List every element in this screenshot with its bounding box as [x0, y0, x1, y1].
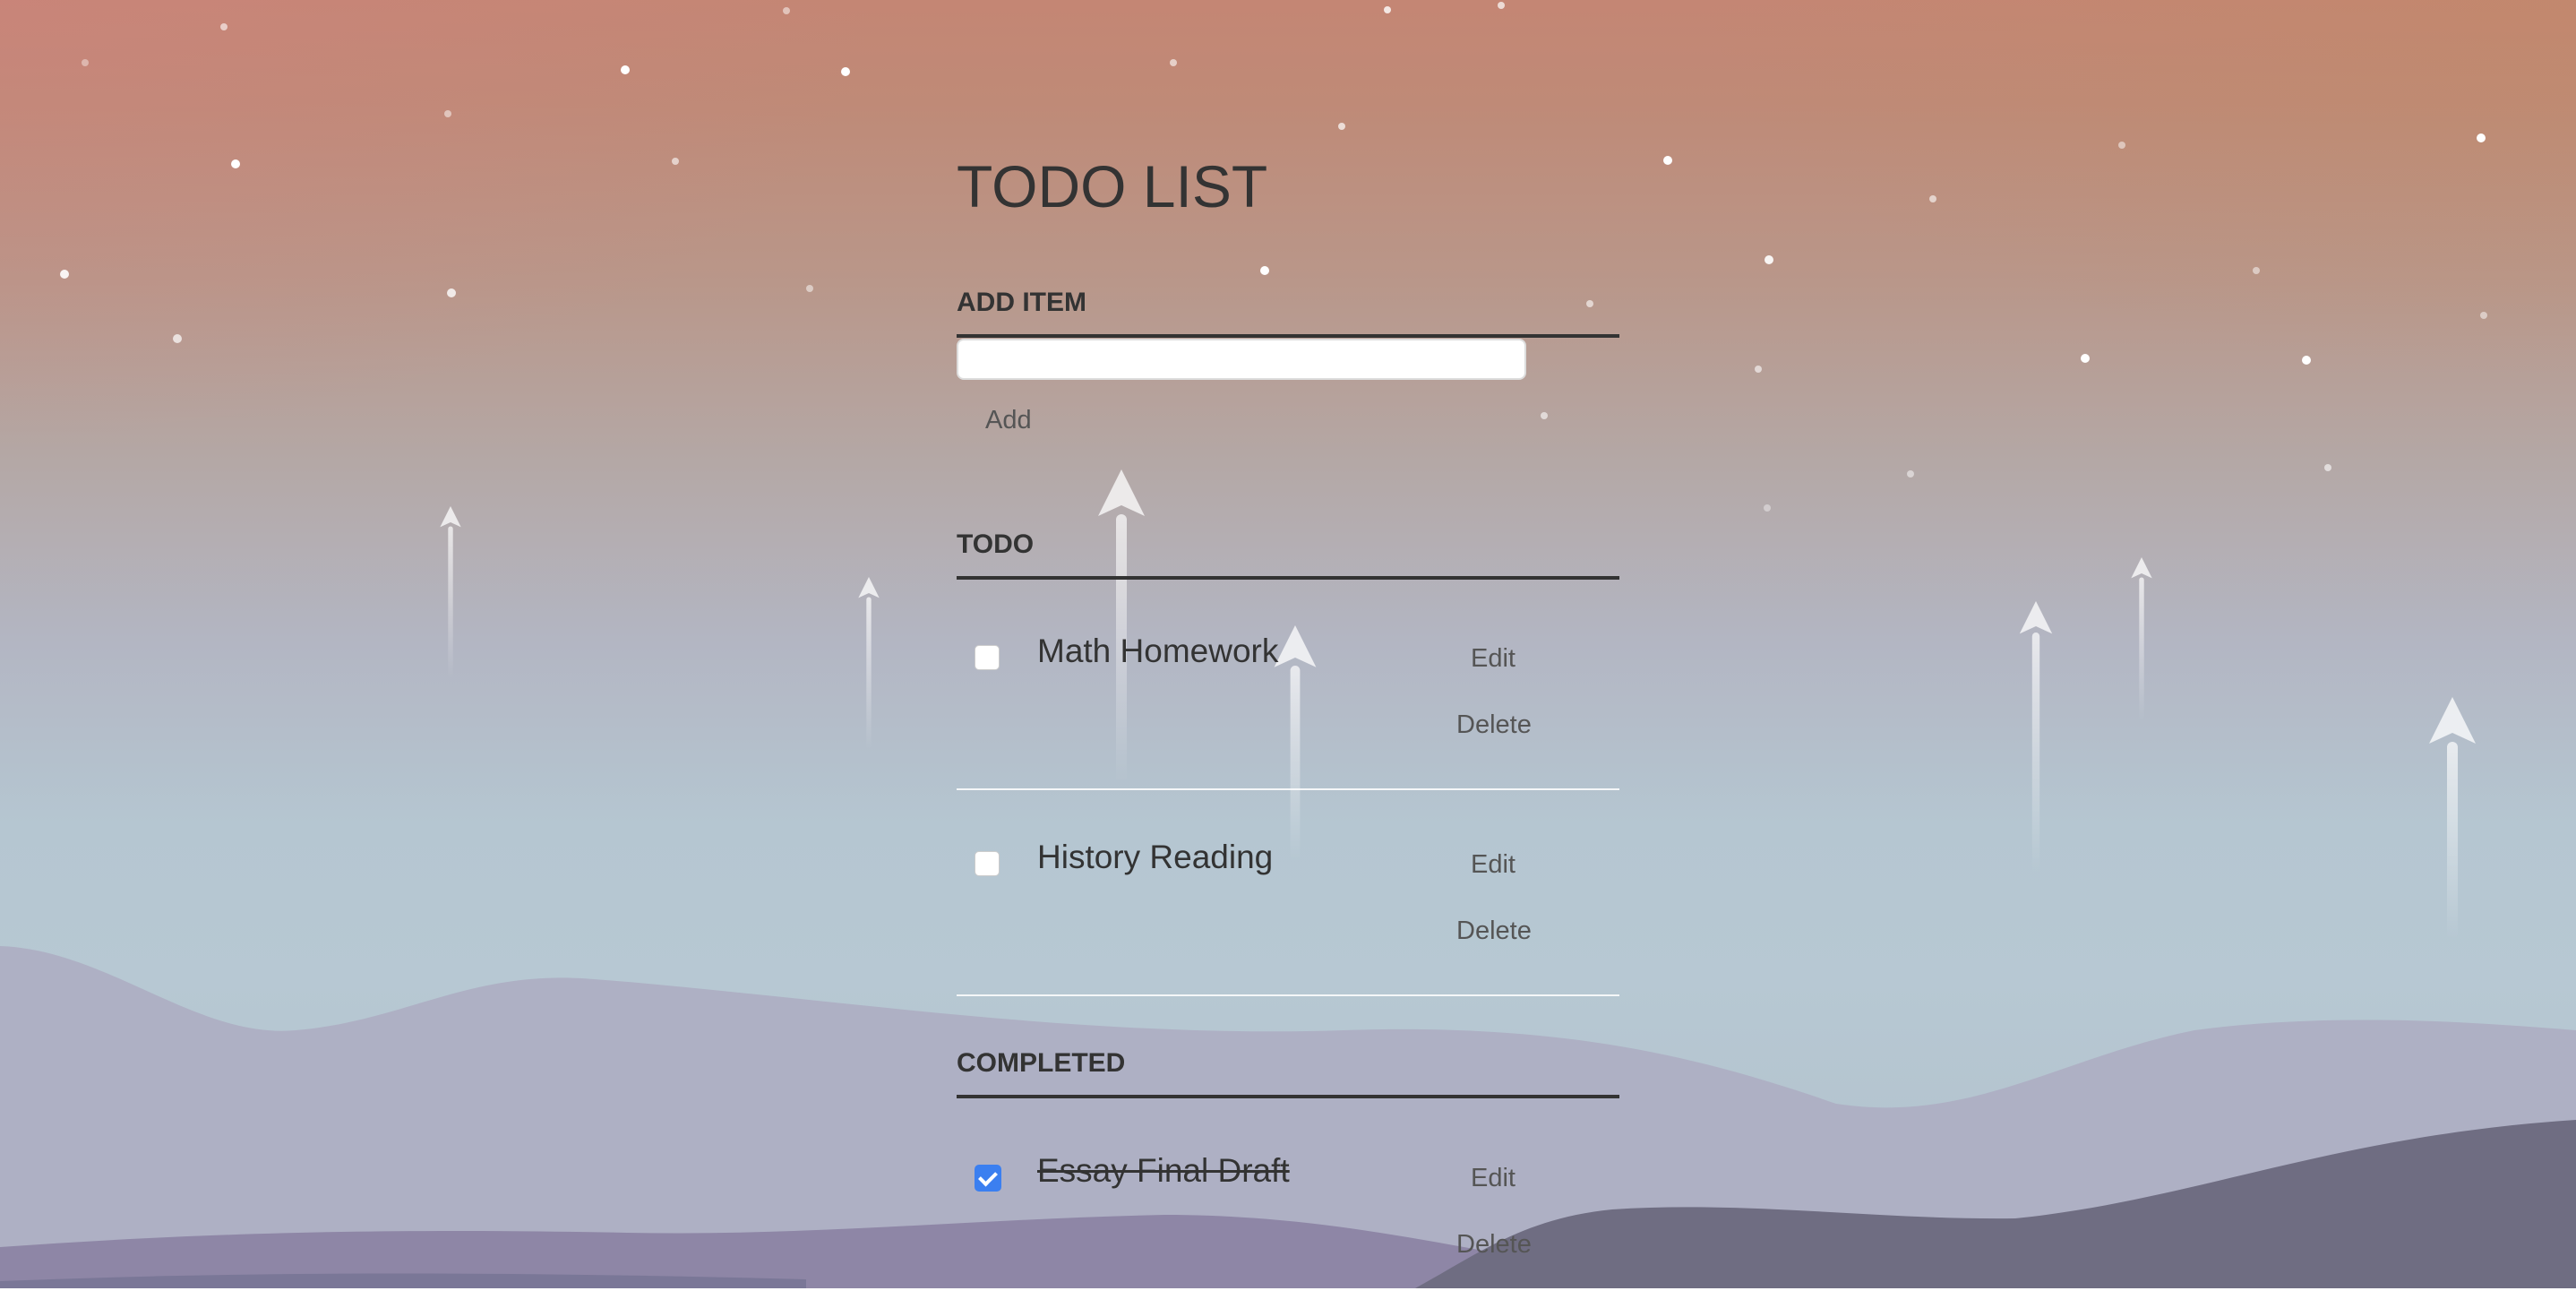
star — [220, 23, 228, 30]
task-checkbox[interactable] — [975, 645, 1000, 670]
star — [2081, 354, 2090, 363]
add-button[interactable]: Add — [967, 398, 1050, 443]
task-checkbox-checked[interactable] — [975, 1165, 1001, 1192]
star — [2253, 267, 2260, 274]
task-label: Essay Final Draft — [1037, 1152, 1290, 1189]
star — [173, 334, 182, 343]
rocket-icon — [2131, 557, 2152, 721]
add-item-heading: ADD ITEM — [957, 288, 1619, 338]
edit-button[interactable]: Edit — [1460, 842, 1526, 887]
rocket-icon — [2429, 697, 2476, 939]
rocket-icon — [858, 577, 880, 750]
star — [60, 270, 69, 279]
edit-button[interactable]: Edit — [1460, 636, 1526, 681]
star — [2477, 133, 2486, 142]
delete-button[interactable]: Delete — [1446, 908, 1542, 953]
star — [621, 65, 630, 74]
star — [1170, 59, 1177, 66]
star — [1929, 195, 1936, 202]
star — [2118, 142, 2125, 149]
page-title: TODO LIST — [957, 153, 1268, 219]
star — [1260, 266, 1269, 275]
task-label: Math Homework — [1037, 632, 1279, 669]
stars — [60, 2, 2487, 512]
rocket-icon — [440, 506, 461, 679]
completed-heading: COMPLETED — [957, 1048, 1619, 1098]
todo-heading: TODO — [957, 529, 1619, 580]
task-label: History Reading — [1037, 839, 1274, 875]
star — [672, 158, 679, 165]
completed-item-essay-final-draft: Essay Final Draft Edit Delete — [957, 1106, 1619, 1308]
new-task-input[interactable] — [957, 339, 1526, 380]
edit-button[interactable]: Edit — [1460, 1156, 1526, 1200]
star — [82, 59, 89, 66]
delete-button[interactable]: Delete — [1446, 1222, 1542, 1267]
star — [2324, 464, 2331, 471]
star — [1764, 504, 1771, 512]
star — [2302, 356, 2311, 365]
star — [1663, 156, 1672, 165]
star — [1907, 470, 1914, 478]
star — [447, 288, 456, 297]
star — [806, 285, 813, 292]
delete-button[interactable]: Delete — [1446, 702, 1542, 747]
star — [1541, 412, 1548, 419]
star — [1338, 123, 1345, 130]
task-checkbox[interactable] — [975, 851, 1000, 876]
star — [2480, 312, 2487, 319]
star — [444, 110, 451, 117]
star — [1765, 255, 1773, 264]
todo-item-math-homework: Math Homework Edit Delete — [957, 586, 1619, 790]
star — [231, 159, 240, 168]
star — [1384, 6, 1391, 13]
star — [1498, 2, 1505, 9]
star — [1755, 366, 1762, 373]
rocket-icon — [2019, 601, 2053, 874]
star — [783, 7, 790, 14]
todo-item-history-reading: History Reading Edit Delete — [957, 792, 1619, 996]
star — [841, 67, 850, 76]
